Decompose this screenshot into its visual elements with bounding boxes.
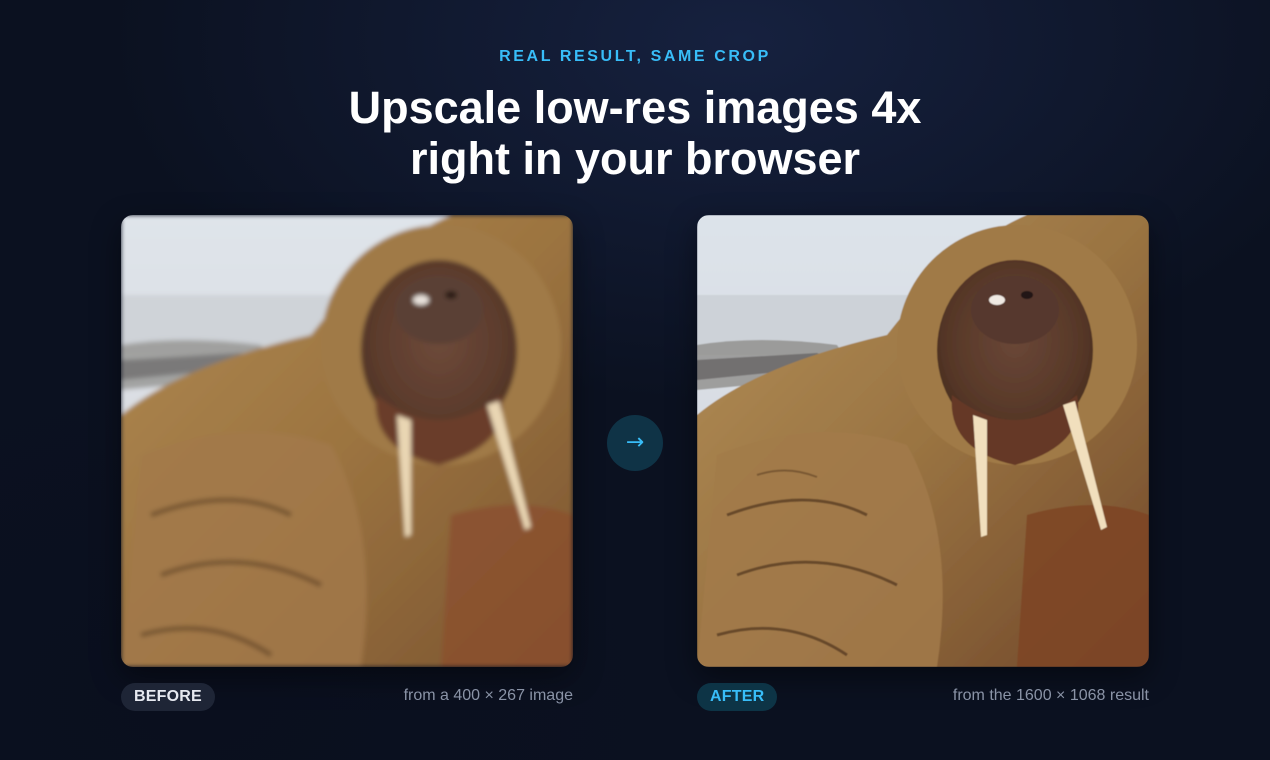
after-caption: from the 1600 × 1068 result [952, 687, 1149, 704]
before-image [121, 215, 573, 667]
compare-arrow-icon[interactable]: → [607, 415, 663, 471]
walrus-after-illustration [697, 215, 1149, 667]
eyebrow-label: REAL RESULT, SAME CROP [499, 48, 771, 65]
page-title-line-2: right in your browser [409, 133, 861, 184]
after-badge: AFTER [697, 683, 778, 711]
after-image [697, 215, 1149, 667]
page-title: Upscale low-res images 4x right in your … [0, 82, 1270, 184]
walrus-before-illustration [121, 215, 573, 667]
page-title-line-1: Upscale low-res images 4x [348, 82, 922, 133]
before-badge: BEFORE [121, 683, 215, 711]
before-caption: from a 400 × 267 image [403, 687, 573, 704]
